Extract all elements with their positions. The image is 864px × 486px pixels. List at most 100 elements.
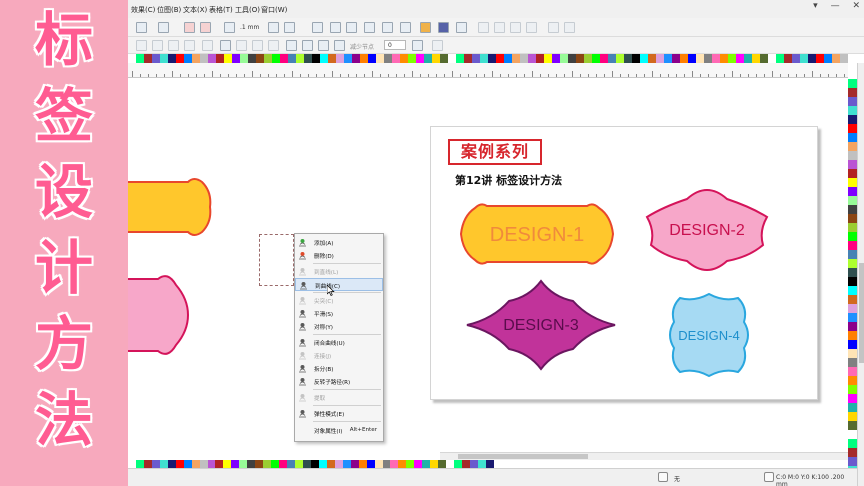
color-swatch[interactable] xyxy=(496,54,504,63)
snap-guides-icon[interactable] xyxy=(510,22,521,33)
color-picker-icon[interactable] xyxy=(420,22,431,33)
outline-icon[interactable] xyxy=(764,472,774,482)
color-swatch[interactable] xyxy=(640,54,648,63)
context-menu-item[interactable]: 删除(D) xyxy=(295,249,383,262)
close-icon[interactable]: ✕ xyxy=(852,1,860,11)
color-swatch[interactable] xyxy=(848,196,857,205)
color-swatch[interactable] xyxy=(477,460,486,468)
vertical-scrollbar[interactable] xyxy=(857,63,864,486)
window-menu-icon[interactable]: ▾ xyxy=(813,1,818,11)
color-swatch[interactable] xyxy=(704,54,712,63)
group-icon[interactable] xyxy=(330,22,341,33)
color-swatch[interactable] xyxy=(240,54,248,63)
color-swatch[interactable] xyxy=(159,460,168,468)
context-menu-item[interactable]: 尖突(C) xyxy=(295,294,383,307)
color-swatch[interactable] xyxy=(616,54,624,63)
color-swatch[interactable] xyxy=(848,97,857,106)
select-all-nodes-icon[interactable] xyxy=(412,40,423,51)
drawing-canvas[interactable]: 案例系列 第12讲 标签设计方法 DESIGN-1 DESIGN-2 DESIG… xyxy=(128,79,848,454)
minimize-icon[interactable]: — xyxy=(831,1,840,11)
color-swatch[interactable] xyxy=(848,178,857,187)
color-swatch[interactable] xyxy=(151,460,160,468)
color-swatch[interactable] xyxy=(792,54,800,63)
horizontal-scrollbar[interactable] xyxy=(440,452,848,460)
color-swatch[interactable] xyxy=(592,54,600,63)
color-swatch[interactable] xyxy=(832,54,840,63)
color-swatch[interactable] xyxy=(688,54,696,63)
context-menu-item[interactable]: 弹性模式(E) xyxy=(295,407,383,420)
color-swatch[interactable] xyxy=(376,54,384,63)
color-swatch[interactable] xyxy=(398,460,407,468)
color-swatch[interactable] xyxy=(488,54,496,63)
color-swatch[interactable] xyxy=(344,54,352,63)
color-swatch[interactable] xyxy=(215,460,224,468)
color-swatch[interactable] xyxy=(848,133,857,142)
color-swatch[interactable] xyxy=(200,54,208,63)
color-swatch[interactable] xyxy=(656,54,664,63)
snap-icon[interactable] xyxy=(478,22,489,33)
color-swatch[interactable] xyxy=(408,54,416,63)
color-swatch[interactable] xyxy=(328,54,336,63)
color-swatch[interactable] xyxy=(462,460,470,468)
context-menu-item[interactable]: 添加(A) xyxy=(295,236,383,249)
color-swatch[interactable] xyxy=(263,460,272,468)
color-swatch[interactable] xyxy=(302,460,311,468)
selection-frame[interactable] xyxy=(259,234,294,286)
ungroup-icon[interactable] xyxy=(346,22,357,33)
vertical-scroll-thumb[interactable] xyxy=(859,263,864,363)
reverse-dir-icon[interactable] xyxy=(286,40,297,51)
color-swatch[interactable] xyxy=(808,54,816,63)
color-swatch[interactable] xyxy=(136,54,144,63)
context-menu-item[interactable]: 提取 xyxy=(295,391,383,404)
color-swatch[interactable] xyxy=(848,268,857,277)
color-swatch[interactable] xyxy=(414,460,423,468)
extend-curve-icon[interactable] xyxy=(302,40,313,51)
color-swatch[interactable] xyxy=(848,403,857,412)
color-swatch[interactable] xyxy=(608,54,616,63)
color-swatch[interactable] xyxy=(144,54,152,63)
redo-icon[interactable] xyxy=(158,22,169,33)
color-swatch[interactable] xyxy=(183,460,192,468)
color-swatch[interactable] xyxy=(279,460,288,468)
color-swatch[interactable] xyxy=(392,54,400,63)
color-swatch[interactable] xyxy=(728,54,736,63)
color-swatch[interactable] xyxy=(848,349,857,358)
color-swatch[interactable] xyxy=(135,460,144,468)
color-swatch[interactable] xyxy=(848,115,857,124)
color-swatch[interactable] xyxy=(223,460,232,468)
color-swatch[interactable] xyxy=(648,54,656,63)
color-swatch[interactable] xyxy=(438,460,447,468)
color-swatch[interactable] xyxy=(848,169,857,178)
color-swatch[interactable] xyxy=(848,223,857,232)
color-swatch[interactable] xyxy=(448,54,456,63)
color-swatch[interactable] xyxy=(342,460,351,468)
color-swatch[interactable] xyxy=(848,421,857,430)
color-swatch[interactable] xyxy=(480,54,488,63)
color-swatch[interactable] xyxy=(160,54,168,63)
color-swatch[interactable] xyxy=(768,54,776,63)
node-break-icon[interactable] xyxy=(184,40,195,51)
color-swatch[interactable] xyxy=(760,54,768,63)
color-swatch[interactable] xyxy=(824,54,832,63)
color-swatch[interactable] xyxy=(175,460,184,468)
color-swatch[interactable] xyxy=(469,460,478,468)
color-swatch[interactable] xyxy=(848,259,857,268)
color-swatch[interactable] xyxy=(216,54,224,63)
color-swatch[interactable] xyxy=(848,232,857,241)
color-swatch[interactable] xyxy=(255,460,264,468)
undo-icon[interactable] xyxy=(136,22,147,33)
color-swatch[interactable] xyxy=(848,106,857,115)
smooth-node-icon[interactable] xyxy=(252,40,263,51)
color-swatch[interactable] xyxy=(848,358,857,367)
color-swatch[interactable] xyxy=(568,54,576,63)
color-swatch[interactable] xyxy=(454,460,463,468)
color-swatch[interactable] xyxy=(624,54,632,63)
align-nodes-icon[interactable] xyxy=(334,40,345,51)
menu-window[interactable]: 窗口(W) xyxy=(261,5,287,15)
color-swatch[interactable] xyxy=(295,460,303,468)
color-swatch[interactable] xyxy=(848,367,857,376)
color-swatch[interactable] xyxy=(208,54,216,63)
color-swatch[interactable] xyxy=(472,54,480,63)
line-convert-icon[interactable] xyxy=(202,40,213,51)
color-swatch[interactable] xyxy=(239,460,248,468)
